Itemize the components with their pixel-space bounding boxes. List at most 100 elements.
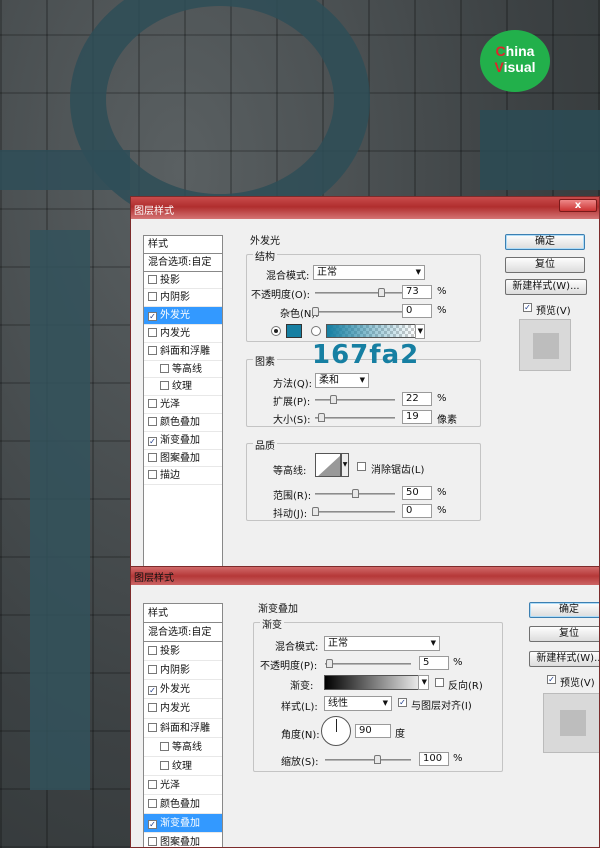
style-list-item[interactable]: 光泽 [144, 776, 222, 795]
style-list-item[interactable]: 内阴影 [144, 289, 222, 308]
style-list-item[interactable]: 图案叠加 [144, 450, 222, 468]
spread-slider[interactable] [315, 395, 395, 404]
style-list-item[interactable]: 描边 [144, 467, 222, 486]
style-checkbox[interactable] [148, 292, 157, 302]
style-checkbox[interactable] [148, 798, 157, 808]
style-list-item[interactable]: 等高线 [144, 738, 222, 757]
angle-input[interactable]: 90 [355, 724, 391, 738]
gradient-dropdown[interactable]: ▼ [415, 324, 425, 339]
scale-slider[interactable] [325, 755, 411, 764]
opacity-slider[interactable] [325, 659, 411, 668]
scale-input[interactable]: 100 [419, 752, 449, 766]
preview-checkbox[interactable]: ✓ [547, 675, 556, 684]
blend-mode-select[interactable]: 正常 ▼ [324, 636, 440, 651]
contour-dropdown[interactable]: ▼ [341, 453, 349, 477]
style-list-item[interactable]: 等高线 [144, 361, 222, 379]
style-list-item[interactable]: 内阴影 [144, 661, 222, 681]
spread-input[interactable]: 22 [402, 392, 432, 406]
reset-button[interactable]: 复位 [505, 257, 585, 273]
gradient-style-select[interactable]: 线性 ▼ [324, 696, 392, 711]
noise-input[interactable]: 0 [402, 304, 432, 318]
gradient-picker[interactable] [324, 675, 428, 690]
blend-mode-select[interactable]: 正常 ▼ [313, 265, 425, 280]
slider-thumb[interactable] [329, 395, 337, 404]
style-list-item[interactable]: 颜色叠加 [144, 795, 222, 815]
noise-slider[interactable] [312, 307, 405, 316]
glow-gradient-swatch[interactable] [326, 324, 416, 338]
style-checkbox[interactable] [148, 703, 157, 713]
contour-picker[interactable] [315, 453, 341, 477]
range-input[interactable]: 50 [402, 486, 432, 500]
style-list-item[interactable]: 内发光 [144, 325, 222, 343]
reset-button[interactable]: 复位 [529, 626, 599, 642]
gradient-radio[interactable] [311, 326, 321, 336]
size-input[interactable]: 19 [402, 410, 432, 424]
slider-thumb[interactable] [352, 489, 359, 498]
jitter-slider[interactable] [312, 507, 395, 516]
style-checkbox[interactable]: ✓ [148, 686, 157, 696]
ok-button[interactable]: 确定 [505, 234, 585, 250]
style-list-item[interactable]: ✓ 渐变叠加 [144, 432, 222, 450]
style-list-item[interactable]: ✓ 渐变叠加 [144, 814, 222, 834]
styles-list-header[interactable]: 混合选项:自定 [144, 254, 222, 272]
glow-color-swatch[interactable] [286, 324, 302, 338]
style-checkbox[interactable] [148, 416, 157, 426]
style-checkbox[interactable] [148, 274, 157, 284]
styles-list-header[interactable]: 样式 [144, 604, 222, 624]
opacity-input[interactable]: 73 [402, 285, 432, 299]
style-checkbox[interactable] [148, 837, 157, 847]
align-with-layer-checkbox[interactable]: ✓ [398, 698, 407, 707]
slider-thumb[interactable] [373, 755, 381, 764]
style-list-item[interactable]: 纹理 [144, 378, 222, 397]
style-checkbox[interactable] [148, 452, 157, 462]
opacity-input[interactable]: 5 [419, 656, 449, 670]
style-checkbox[interactable] [148, 399, 157, 409]
style-checkbox[interactable]: ✓ [148, 312, 157, 322]
style-list-item[interactable]: 内发光 [144, 699, 222, 719]
anti-alias-checkbox[interactable] [357, 462, 366, 471]
styles-list-header[interactable]: 混合选项:自定 [144, 623, 222, 643]
ok-button[interactable]: 确定 [529, 602, 599, 618]
method-select[interactable]: 柔和 ▼ [315, 373, 369, 388]
new-style-button[interactable]: 新建样式(W)... [505, 279, 587, 295]
style-checkbox[interactable]: ✓ [148, 820, 157, 830]
solid-color-radio[interactable] [271, 326, 281, 336]
style-checkbox[interactable] [148, 345, 157, 355]
opacity-slider[interactable] [315, 288, 405, 297]
style-checkbox[interactable] [148, 646, 157, 656]
range-slider[interactable] [315, 489, 395, 498]
slider-thumb[interactable] [318, 413, 326, 422]
size-slider[interactable] [315, 413, 395, 422]
slider-thumb[interactable] [312, 307, 319, 316]
style-checkbox[interactable] [148, 665, 157, 675]
style-list-item[interactable]: 投影 [144, 272, 222, 290]
reverse-checkbox[interactable] [435, 678, 444, 687]
slider-thumb[interactable] [312, 507, 319, 516]
style-list-item[interactable]: 投影 [144, 642, 222, 662]
style-checkbox[interactable] [160, 760, 169, 770]
style-checkbox[interactable] [160, 363, 169, 373]
slider-thumb[interactable] [326, 659, 334, 668]
style-checkbox[interactable] [148, 722, 157, 732]
close-button[interactable]: x [559, 199, 597, 212]
styles-list-header[interactable]: 样式 [144, 236, 222, 254]
style-list-item[interactable]: ✓ 外发光 [144, 680, 222, 700]
style-list-item[interactable]: 斜面和浮雕 [144, 343, 222, 361]
style-list-item[interactable]: 颜色叠加 [144, 414, 222, 432]
style-checkbox[interactable] [148, 470, 157, 480]
preview-checkbox[interactable]: ✓ [523, 303, 532, 312]
style-list-item[interactable]: 斜面和浮雕 [144, 719, 222, 738]
style-checkbox[interactable] [148, 327, 157, 337]
jitter-input[interactable]: 0 [402, 504, 432, 518]
new-style-button[interactable]: 新建样式(W)... [529, 651, 599, 667]
gradient-dropdown[interactable]: ▼ [418, 675, 429, 690]
style-checkbox[interactable] [160, 381, 169, 391]
style-checkbox[interactable] [160, 741, 169, 751]
style-list-item[interactable]: 图案叠加 [144, 833, 222, 847]
slider-thumb[interactable] [377, 288, 385, 297]
angle-dial[interactable] [321, 716, 351, 746]
style-list-item[interactable]: 纹理 [144, 757, 222, 776]
style-list-item[interactable]: ✓ 外发光 [144, 307, 222, 325]
style-checkbox[interactable]: ✓ [148, 436, 157, 446]
style-list-item[interactable]: 光泽 [144, 396, 222, 414]
